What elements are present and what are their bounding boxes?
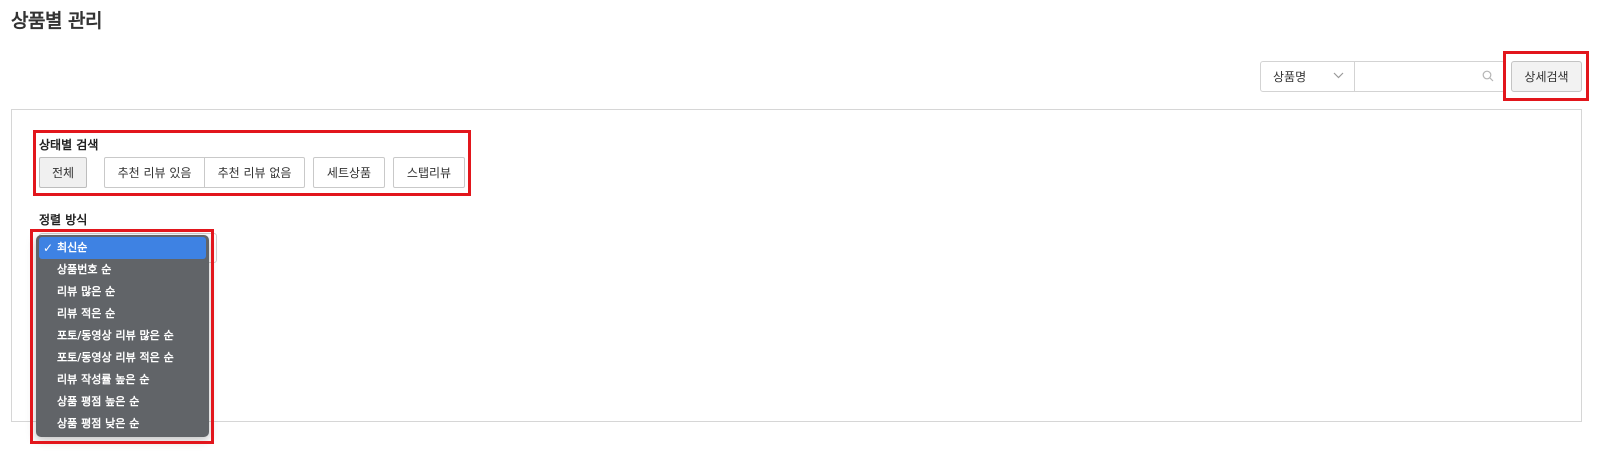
sort-label: 정렬 방식 [39,213,88,227]
highlight-box-detail-search [1503,51,1589,101]
highlight-box-status-filter [33,130,471,196]
page-title: 상품별 관리 [11,10,103,32]
search-icon[interactable] [1482,70,1494,82]
search-input[interactable] [1355,61,1505,92]
search-filter-select[interactable]: 상품명 [1260,61,1355,92]
highlight-box-sort-dropdown [30,229,214,444]
top-search-bar: 상품명 [1260,61,1505,92]
chevron-down-icon [1333,71,1344,82]
search-filter-selected: 상품명 [1273,70,1307,84]
